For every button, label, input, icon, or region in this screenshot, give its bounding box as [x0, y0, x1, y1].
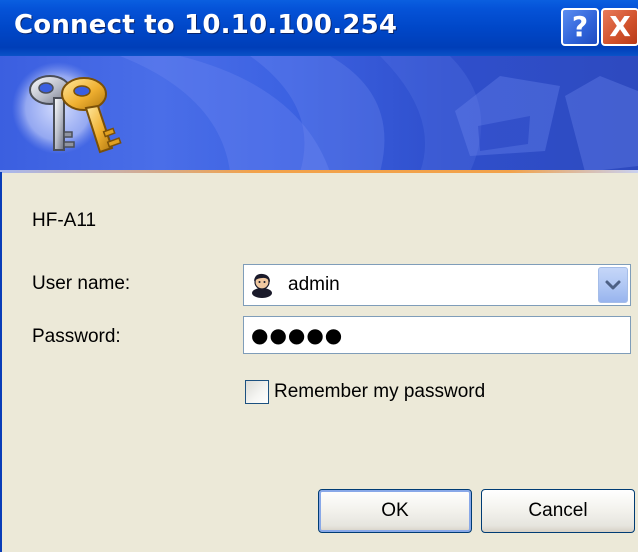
password-value: ●●●●● — [251, 323, 344, 347]
help-button[interactable]: ? — [561, 8, 599, 46]
remember-password-checkbox[interactable] — [245, 380, 269, 404]
chevron-down-icon — [605, 280, 621, 290]
banner-accent-strip — [0, 170, 638, 173]
dialog-banner — [0, 56, 638, 172]
window-left-border — [0, 172, 2, 552]
close-button[interactable]: X — [601, 8, 638, 46]
username-value: admin — [288, 274, 340, 295]
server-name-label: HF-A11 — [32, 210, 97, 231]
login-dialog: Connect to 10.10.100.254 ? X HF-A11 User… — [0, 0, 638, 552]
dropdown-button[interactable] — [598, 267, 628, 303]
username-combobox[interactable]: admin — [243, 264, 631, 306]
window-title: Connect to 10.10.100.254 — [14, 10, 398, 40]
title-bar[interactable]: Connect to 10.10.100.254 ? X — [0, 0, 638, 56]
ok-button[interactable]: OK — [318, 489, 472, 533]
user-icon — [252, 273, 272, 298]
password-field[interactable]: ●●●●● — [243, 316, 631, 354]
password-label: Password: — [32, 326, 121, 347]
banner-graphic — [12, 56, 638, 172]
remember-password-label[interactable]: Remember my password — [274, 381, 485, 403]
cancel-button[interactable]: Cancel — [481, 489, 635, 533]
username-label: User name: — [32, 273, 131, 294]
